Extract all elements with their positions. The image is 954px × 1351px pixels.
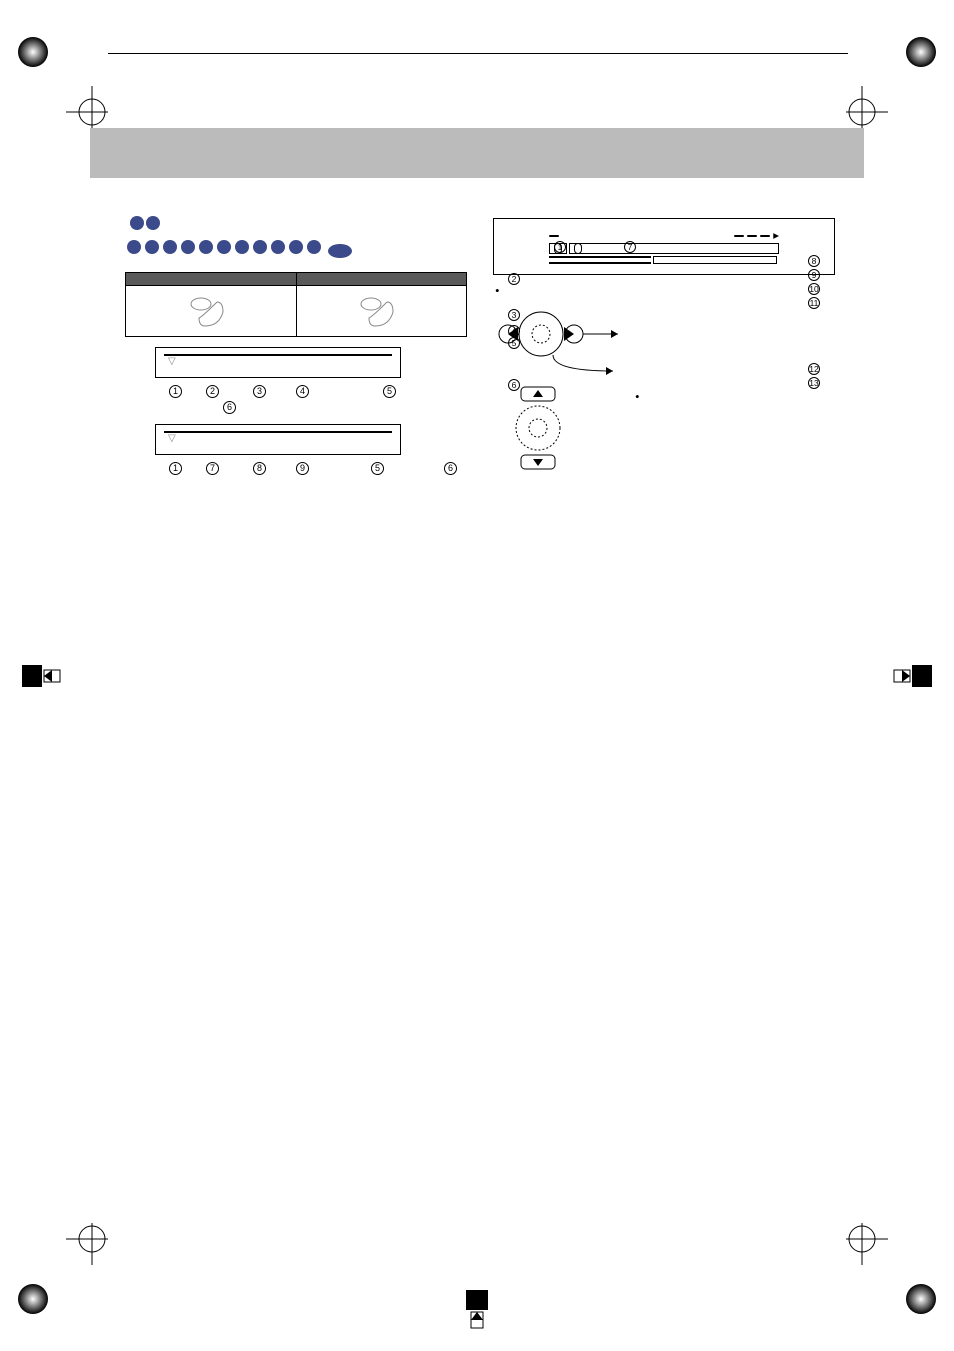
side-mark-icon [22, 665, 62, 687]
crop-mark-icon [846, 86, 888, 128]
playlist-screen: ▽ [155, 424, 401, 455]
callout-row: 123456 [169, 382, 467, 414]
av-example-box: 1 7 8 9 10 2 11 3 4 5 12 13 6 [493, 218, 835, 275]
remote-only-badge [328, 244, 352, 258]
crop-mark-icon [66, 86, 108, 128]
select-item-row: • [493, 385, 835, 471]
bullet-note: • [493, 283, 835, 299]
reg-mark-icon [904, 35, 938, 69]
left-column: ▽ 123456 ▽ 178956 [125, 212, 467, 487]
side-mark-icon [892, 665, 932, 687]
book-header [108, 49, 848, 54]
group-cell [549, 243, 567, 254]
scroll-down-icon: ▽ [168, 356, 392, 367]
color-band [90, 128, 864, 178]
select-bullet: • [633, 389, 835, 405]
file-list [653, 256, 777, 264]
random-badge [734, 235, 744, 237]
bullet-decor [129, 216, 161, 234]
track-info [549, 262, 651, 264]
group-list [549, 256, 651, 258]
press-button-icon [359, 294, 403, 330]
reg-mark-icon [16, 1282, 50, 1316]
select-playback-table [125, 272, 467, 337]
arrow-down-right-icon [493, 353, 623, 379]
scroll-down-icon: ▽ [168, 433, 392, 444]
menu-cell [296, 286, 467, 337]
press-button-icon [189, 294, 233, 330]
right-column: 1 7 8 9 10 2 11 3 4 5 12 13 6 [493, 212, 835, 487]
table-header [126, 273, 297, 286]
repeat-badge [747, 235, 757, 237]
table-header [296, 273, 467, 286]
original-program-screen: ▽ [155, 347, 401, 378]
move-row-2 [493, 353, 835, 379]
side-mark-icon [466, 1290, 488, 1330]
av-ui: ▶ [549, 231, 779, 264]
move-row-1 [493, 309, 835, 359]
cursor-updown-icon [493, 385, 623, 471]
track-cell [569, 243, 779, 254]
crop-mark-icon [66, 1223, 108, 1265]
bullet-decor-row [125, 240, 467, 258]
time-badge [760, 235, 770, 237]
reg-mark-icon [904, 1282, 938, 1316]
top-menu-cell [126, 286, 297, 337]
callout-row: 178956 [169, 459, 467, 475]
source-badge [549, 235, 559, 237]
play-icon: ▶ [773, 231, 779, 240]
reg-mark-icon [16, 35, 50, 69]
crop-mark-icon [846, 1223, 888, 1265]
